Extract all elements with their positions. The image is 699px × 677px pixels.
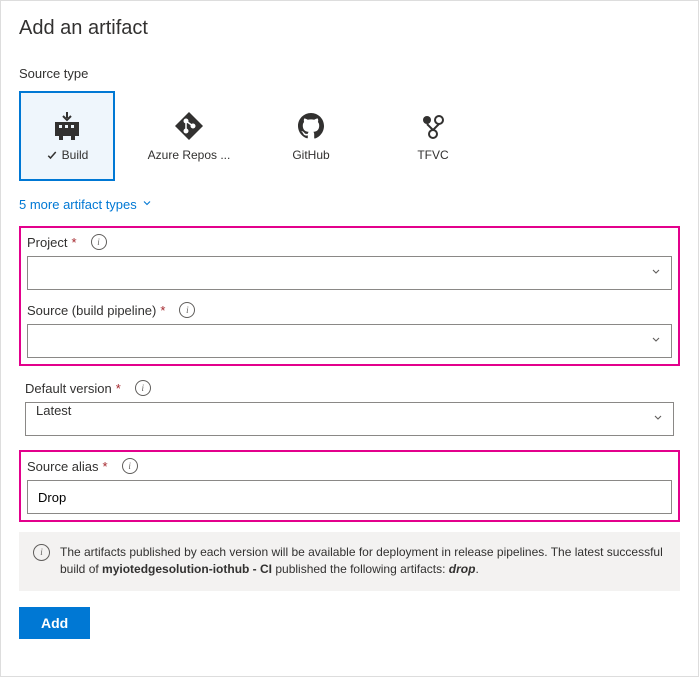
source-tile-azure-repos[interactable]: Azure Repos ... <box>141 91 237 181</box>
github-icon <box>295 110 327 142</box>
group-source-alias: Source alias * i <box>19 450 680 522</box>
default-version-select[interactable]: Latest <box>25 402 674 436</box>
tile-label-text: Build <box>62 148 89 162</box>
project-label: Project <box>27 235 67 250</box>
tile-label: Build <box>46 148 89 162</box>
panel-title: Add an artifact <box>19 17 680 40</box>
chevron-down-icon <box>141 197 153 212</box>
more-artifact-types-link[interactable]: 5 more artifact types <box>19 197 153 212</box>
tile-label-text: Azure Repos ... <box>148 148 231 162</box>
add-button[interactable]: Add <box>19 607 90 639</box>
required-indicator: * <box>103 459 108 474</box>
group-project-source: Project * i Source (build pipeline) * i <box>19 226 680 366</box>
group-default-version: Default version * i Latest <box>19 374 680 442</box>
source-alias-label: Source alias <box>27 459 99 474</box>
source-alias-input[interactable] <box>27 480 672 514</box>
source-tile-build[interactable]: Build <box>19 91 115 181</box>
info-icon[interactable]: i <box>122 458 138 474</box>
info-icon[interactable]: i <box>135 380 151 396</box>
source-type-label: Source type <box>19 66 680 81</box>
source-pipeline-select[interactable] <box>27 324 672 358</box>
info-icon[interactable]: i <box>179 302 195 318</box>
source-tile-github[interactable]: GitHub <box>263 91 359 181</box>
info-message: i The artifacts published by each versio… <box>19 532 680 591</box>
default-version-label: Default version <box>25 381 112 396</box>
source-tile-tfvc[interactable]: TFVC <box>385 91 481 181</box>
tile-label-text: TFVC <box>417 148 448 162</box>
required-indicator: * <box>71 235 76 250</box>
build-icon <box>51 110 83 142</box>
info-icon[interactable]: i <box>91 234 107 250</box>
info-icon: i <box>33 544 50 561</box>
more-link-text: 5 more artifact types <box>19 197 137 212</box>
source-pipeline-label: Source (build pipeline) <box>27 303 156 318</box>
required-indicator: * <box>160 303 165 318</box>
tile-label-text: GitHub <box>292 148 329 162</box>
git-icon <box>173 110 205 142</box>
source-type-list: Build Azure Repos ... GitHub TFVC <box>19 91 680 181</box>
check-icon <box>46 149 58 161</box>
project-select[interactable] <box>27 256 672 290</box>
info-text: The artifacts published by each version … <box>60 544 666 579</box>
tfvc-icon <box>417 110 449 142</box>
required-indicator: * <box>116 381 121 396</box>
